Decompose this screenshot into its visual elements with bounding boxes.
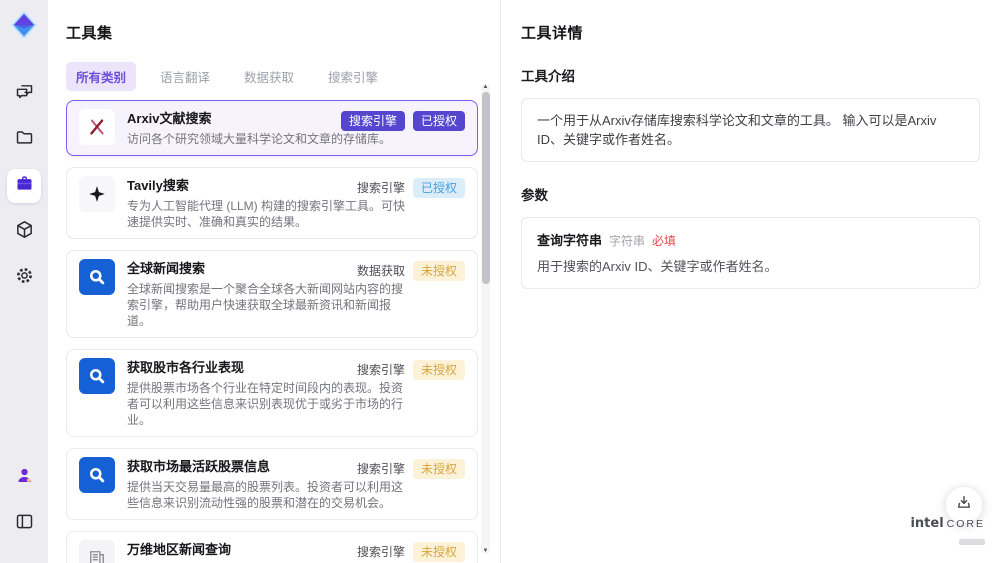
- tool-detail-panel: 工具详情 工具介绍 一个用于从Arxiv存储库搜索科学论文和文章的工具。 输入可…: [500, 0, 1000, 563]
- tool-description: 专为人工智能代理 (LLM) 构建的搜索引擎工具。可快速提供实时、准确和真实的结…: [127, 199, 406, 229]
- param-type: 字符串: [609, 234, 646, 248]
- tool-card[interactable]: Arxiv文献搜索 访问各个研究领域大量科学论文和文章的存储库。 搜索引擎 已授…: [66, 100, 478, 156]
- tool-status-badge: 已授权: [412, 178, 465, 198]
- sidebar-item-settings[interactable]: [7, 261, 41, 295]
- tool-status-badge: 未授权: [412, 261, 465, 281]
- param-description: 用于搜索的Arxiv ID、关键字或作者姓名。: [537, 259, 778, 274]
- tool-category-badge: 搜索引擎: [356, 462, 405, 476]
- sidebar-item-files[interactable]: [7, 123, 41, 157]
- scrollbar-thumb[interactable]: [481, 92, 490, 284]
- briefcase-icon: [14, 173, 35, 199]
- detail-title: 工具详情: [521, 25, 584, 42]
- tool-status-badge: 未授权: [412, 360, 465, 380]
- tool-description: 提供股票市场各个行业在特定时间段内的表现。投资者可以利用这些信息来识别表现优于或…: [127, 381, 404, 427]
- tool-icon: [79, 457, 115, 493]
- category-tabs: 所有类别 语言翻译 数据获取 搜索引擎: [66, 62, 500, 91]
- intel-core-wordmark: CORE: [946, 518, 985, 530]
- sidebar-item-packages[interactable]: [7, 215, 41, 249]
- sidebar-item-tools[interactable]: [7, 169, 41, 203]
- cube-icon: [14, 219, 35, 245]
- tool-status-badge: 未授权: [412, 459, 465, 479]
- gear-icon: [14, 265, 35, 291]
- tool-card[interactable]: 获取市场最活跃股票信息 提供当天交易量最高的股票列表。投资者可以利用这些信息来识…: [66, 448, 478, 520]
- intel-wordmark: intel: [910, 516, 944, 531]
- sidebar: [0, 0, 48, 563]
- tab-all-categories[interactable]: 所有类别: [66, 62, 137, 91]
- scrollbar-up-arrow[interactable]: ▲: [482, 84, 489, 90]
- tab-data-fetch[interactable]: 数据获取: [234, 62, 304, 91]
- tool-category-badge: 搜索引擎: [356, 181, 405, 195]
- tool-card[interactable]: 获取股市各行业表现 提供股票市场各个行业在特定时间段内的表现。投资者可以利用这些…: [66, 349, 478, 437]
- tool-icon: [79, 358, 115, 394]
- tool-description: 全球新闻搜索是一个聚合全球各大新闻网站内容的搜索引擎，帮助用户快速获取全球最新资…: [127, 282, 404, 328]
- tab-translation[interactable]: 语言翻译: [150, 62, 220, 91]
- sidebar-item-chat[interactable]: [7, 77, 41, 111]
- intro-heading: 工具介绍: [521, 69, 575, 84]
- intel-core-logo: intel CORE: [910, 514, 985, 550]
- intel-sub-badge: [959, 539, 985, 545]
- param-item: 查询字符串 字符串 必填 用于搜索的Arxiv ID、关键字或作者姓名。: [521, 217, 980, 289]
- sidebar-item-panel-toggle[interactable]: [7, 507, 41, 541]
- tool-list-panel: 工具集 所有类别 语言翻译 数据获取 搜索引擎 Arxiv文献搜索 访问各个研究…: [48, 0, 500, 563]
- panel-toggle-icon: [14, 511, 35, 537]
- tool-icon: [79, 259, 115, 295]
- tool-description: 提供当天交易量最高的股票列表。投资者可以利用这些信息来识别流动性强的股票和潜在的…: [127, 480, 404, 510]
- arxiv-icon: [90, 119, 104, 135]
- tool-category-badge: 搜索引擎: [340, 111, 405, 131]
- star-icon: [89, 186, 105, 202]
- magnifier-icon: [89, 269, 105, 285]
- list-scrollbar[interactable]: ▲ ▼: [481, 84, 490, 554]
- app-logo-icon: [8, 9, 40, 41]
- param-required-badge: 必填: [652, 234, 677, 248]
- tool-icon: [79, 109, 115, 145]
- chat-icon: [14, 81, 35, 107]
- page-title: 工具集: [66, 25, 113, 42]
- tool-list: Arxiv文献搜索 访问各个研究领域大量科学论文和文章的存储库。 搜索引擎 已授…: [66, 100, 478, 563]
- tool-category-badge: 数据获取: [356, 264, 405, 278]
- tool-icon: [79, 540, 115, 563]
- sidebar-item-user[interactable]: [7, 461, 41, 495]
- params-heading: 参数: [521, 188, 548, 203]
- app-window: 工具集 所有类别 语言翻译 数据获取 搜索引擎 Arxiv文献搜索 访问各个研究…: [0, 0, 1000, 563]
- user-icon: [14, 465, 35, 491]
- tool-card[interactable]: Tavily搜索 专为人工智能代理 (LLM) 构建的搜索引擎工具。可快速提供实…: [66, 167, 478, 239]
- folder-icon: [14, 127, 35, 153]
- tool-status-badge: 已授权: [412, 111, 465, 131]
- tool-card[interactable]: 万维地区新闻查询 查询具体行政区划内的新闻，快速了解各地新闻动 搜索引擎 未授权: [66, 531, 478, 563]
- tool-icon: [79, 176, 115, 212]
- tool-status-badge: 未授权: [412, 542, 465, 562]
- tab-search-engine[interactable]: 搜索引擎: [318, 62, 388, 91]
- tool-category-badge: 搜索引擎: [356, 363, 405, 377]
- magnifier-icon: [89, 467, 105, 483]
- tool-description: 访问各个研究领域大量科学论文和文章的存储库。: [127, 132, 392, 146]
- newspaper-icon: [90, 551, 104, 563]
- tool-category-badge: 搜索引擎: [356, 545, 405, 559]
- intro-text-box: 一个用于从Arxiv存储库搜索科学论文和文章的工具。 输入可以是Arxiv ID…: [521, 98, 980, 162]
- param-name: 查询字符串: [537, 233, 603, 248]
- magnifier-icon: [89, 368, 105, 384]
- tool-card[interactable]: 全球新闻搜索 全球新闻搜索是一个聚合全球各大新闻网站内容的搜索引擎，帮助用户快速…: [66, 250, 478, 338]
- scrollbar-down-arrow[interactable]: ▼: [482, 548, 489, 554]
